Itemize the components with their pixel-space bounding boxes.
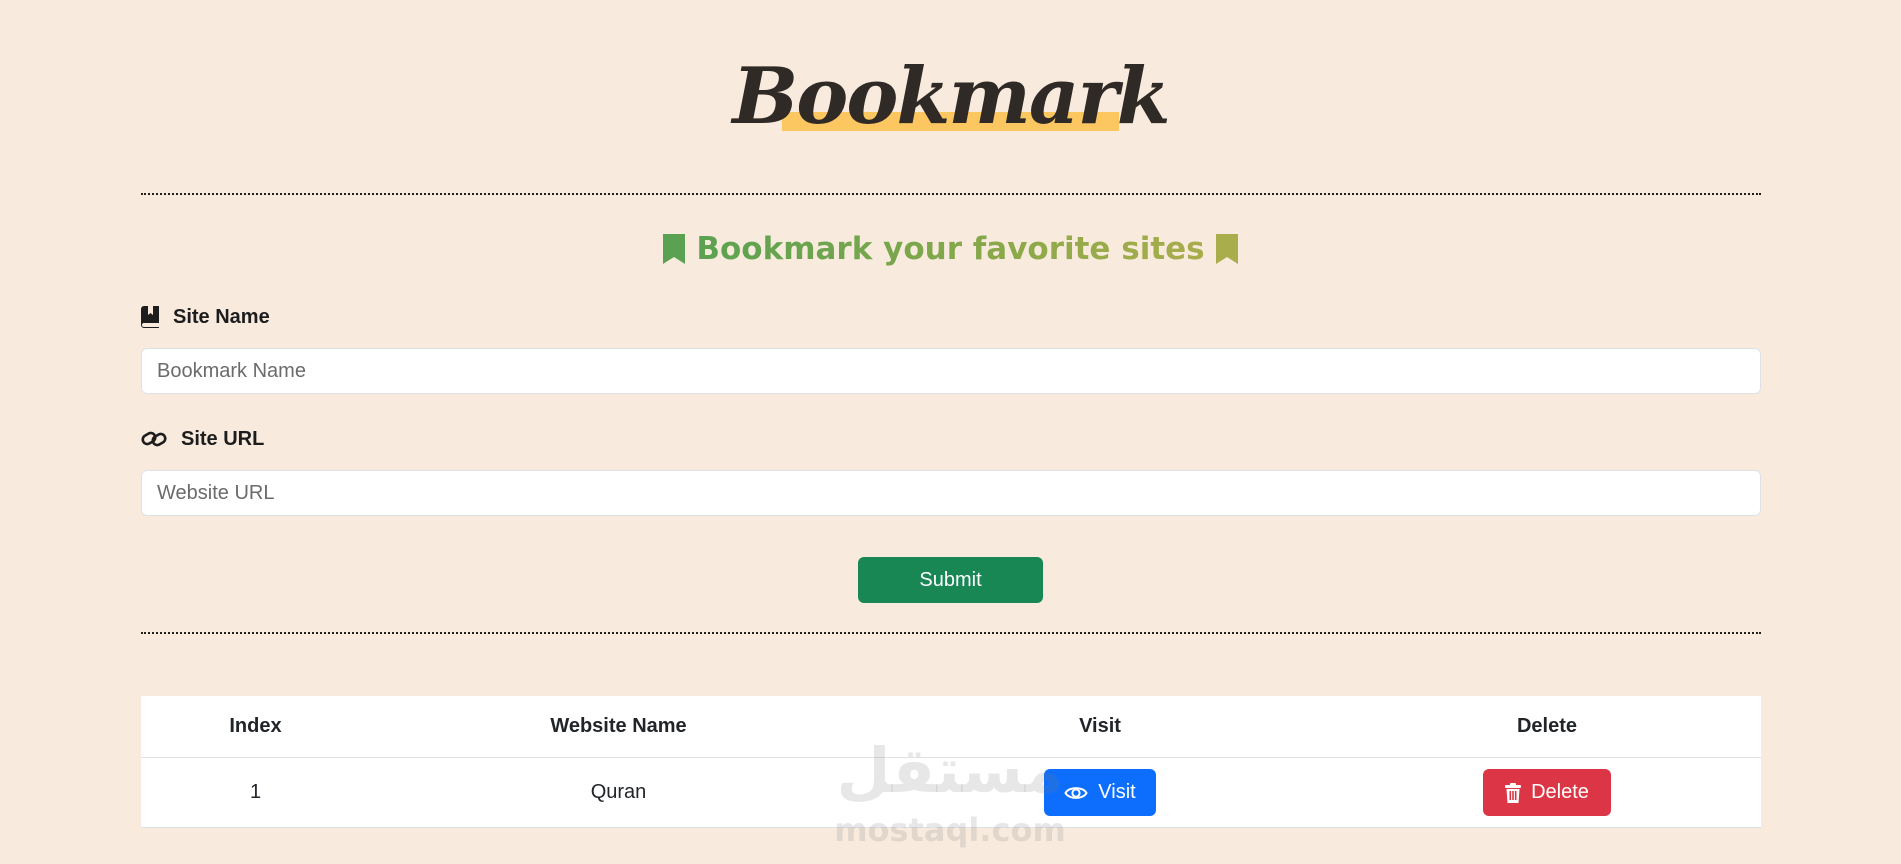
site-url-label: Site URL — [141, 424, 264, 454]
site-url-input[interactable] — [141, 470, 1761, 516]
site-name-label-text: Site Name — [173, 305, 270, 328]
header-visit: Visit — [867, 696, 1333, 758]
row-website-name: Quran — [370, 757, 867, 828]
table-row: 1 Quran Visit Delete — [141, 757, 1761, 828]
logo: Bookmark — [0, 52, 1901, 142]
bookmarks-table: Index Website Name Visit Delete 1 Quran — [141, 696, 1761, 828]
logo-text: Bookmark — [732, 51, 1170, 142]
bookmark-icon — [1216, 234, 1239, 264]
site-name-label: Site Name — [141, 302, 270, 332]
submit-button[interactable]: Submit — [858, 557, 1043, 603]
top-divider — [141, 193, 1761, 195]
page-subtitle: Bookmark your favorite sites — [0, 226, 1901, 272]
row-index: 1 — [141, 757, 370, 828]
delete-button-label: Delete — [1531, 781, 1589, 803]
header-index: Index — [141, 696, 370, 758]
bookmark-icon — [662, 234, 685, 264]
visit-button-label: Visit — [1098, 781, 1136, 803]
delete-button[interactable]: Delete — [1483, 769, 1611, 816]
header-website-name: Website Name — [370, 696, 867, 758]
eye-icon — [1064, 786, 1088, 799]
header-delete: Delete — [1333, 696, 1761, 758]
table-header-row: Index Website Name Visit Delete — [141, 696, 1761, 758]
site-name-input[interactable] — [141, 348, 1761, 394]
row-visit-cell: Visit — [867, 757, 1333, 828]
trash-icon — [1505, 782, 1522, 803]
row-delete-cell: Delete — [1333, 757, 1761, 828]
book-bookmark-icon — [141, 306, 159, 328]
bottom-divider — [141, 632, 1761, 634]
subtitle-text: Bookmark your favorite sites — [696, 231, 1205, 267]
site-url-label-text: Site URL — [181, 427, 265, 450]
visit-button[interactable]: Visit — [1044, 769, 1156, 816]
link-icon — [141, 431, 167, 447]
page: Bookmark Bookmark your favorite sites Si… — [0, 0, 1901, 864]
